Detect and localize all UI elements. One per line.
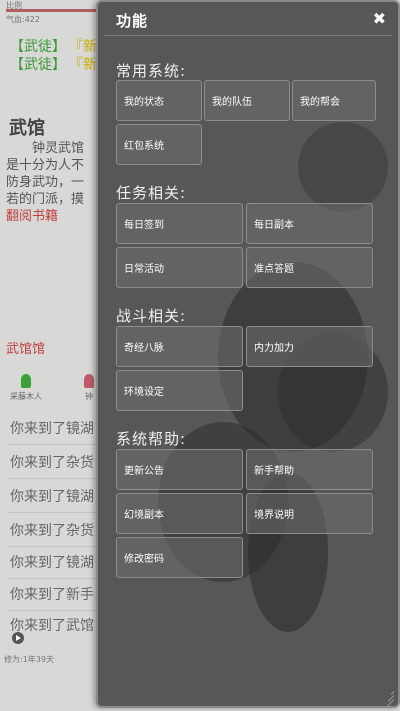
chat-name[interactable]: 『新 (76, 57, 97, 73)
log-line: 你来到了武馆 (10, 618, 94, 634)
log-line: 你来到了镜湖 (10, 489, 94, 505)
log-line: 你来到了杂货 (10, 455, 94, 471)
desc-line: 若的门派，摸 (6, 192, 85, 207)
log-line: 你来到了镜湖 (10, 555, 94, 571)
divider (8, 578, 98, 579)
divider (8, 610, 98, 611)
chat-rank: 【武徒】 (10, 39, 66, 55)
divider (8, 512, 98, 513)
location-link[interactable]: 武馆馆 (6, 338, 45, 357)
log-line: 你来到了镜湖 (10, 421, 94, 437)
play-icon[interactable] (12, 632, 24, 644)
desc-line: 是十分为人不 (6, 158, 85, 173)
my-status-button[interactable]: 我的状态 (116, 80, 202, 121)
status-header: 比例 气血:422 (6, 0, 98, 24)
section-title: 任务相关: (116, 184, 187, 202)
divider (8, 478, 98, 479)
red-packet-button[interactable]: 红包系统 (116, 124, 202, 165)
desc-link[interactable]: 翻阅书籍 (6, 208, 98, 225)
npc-item[interactable]: 钟 (84, 374, 94, 402)
npc-item[interactable]: 采藤木人 (10, 374, 42, 402)
my-team-button[interactable]: 我的队伍 (204, 80, 290, 121)
panel-title: 功能 (116, 12, 149, 30)
npc-label: 采藤木人 (10, 392, 42, 401)
realm-guide-button[interactable]: 境界说明 (246, 493, 373, 534)
chat-line: 【武徒】 『新 (10, 54, 97, 74)
hp-bar (6, 9, 96, 12)
desc-line: 防身武功，一 (6, 175, 85, 190)
location-description: 钟灵武馆 是十分为人不 防身武功，一 若的门派，摸 翻阅书籍 (6, 140, 98, 225)
function-panel: 功能 ✖ 常用系统: 我的状态 我的队伍 我的帮会 红包系统 任务相关: 每日签… (96, 0, 400, 708)
location-title: 武馆 (9, 118, 45, 139)
illusion-dungeon-button[interactable]: 幻境副本 (116, 493, 243, 534)
log-line: 你来到了新手 (10, 587, 94, 603)
resize-grip-icon[interactable] (382, 690, 395, 706)
newbie-help-button[interactable]: 新手帮助 (246, 449, 373, 490)
daily-dungeon-button[interactable]: 每日副本 (246, 203, 373, 244)
npc-label: 钟 (85, 392, 93, 401)
chat-rank: 【武徒】 (10, 57, 66, 73)
cultivation-text: 修为:1年39天 (4, 655, 54, 664)
npc-icon (84, 374, 94, 388)
divider (104, 35, 392, 36)
log-line: 你来到了杂货 (10, 523, 94, 539)
ink-splash (298, 122, 388, 212)
my-guild-button[interactable]: 我的帮会 (292, 80, 376, 121)
quiz-button[interactable]: 准点答题 (246, 247, 373, 288)
divider (8, 444, 98, 445)
daily-activity-button[interactable]: 日常活动 (116, 247, 243, 288)
divider (8, 546, 98, 547)
environment-settings-button[interactable]: 环境设定 (116, 370, 243, 411)
inner-power-button[interactable]: 内力加力 (246, 326, 373, 367)
meridians-button[interactable]: 奇经八脉 (116, 326, 243, 367)
close-button[interactable]: ✖ (373, 10, 386, 28)
section-title: 战斗相关: (116, 307, 187, 325)
section-title: 常用系统: (116, 62, 187, 80)
chat-line: 【武徒】 『新 (10, 36, 97, 56)
daily-checkin-button[interactable]: 每日签到 (116, 203, 243, 244)
hp-text: 气血:422 (6, 15, 40, 24)
section-title: 系统帮助: (116, 430, 187, 448)
update-notice-button[interactable]: 更新公告 (116, 449, 243, 490)
desc-line: 钟灵武馆 (32, 141, 85, 156)
change-password-button[interactable]: 修改密码 (116, 537, 243, 578)
chat-name[interactable]: 『新 (76, 39, 97, 55)
npc-icon (21, 374, 31, 388)
